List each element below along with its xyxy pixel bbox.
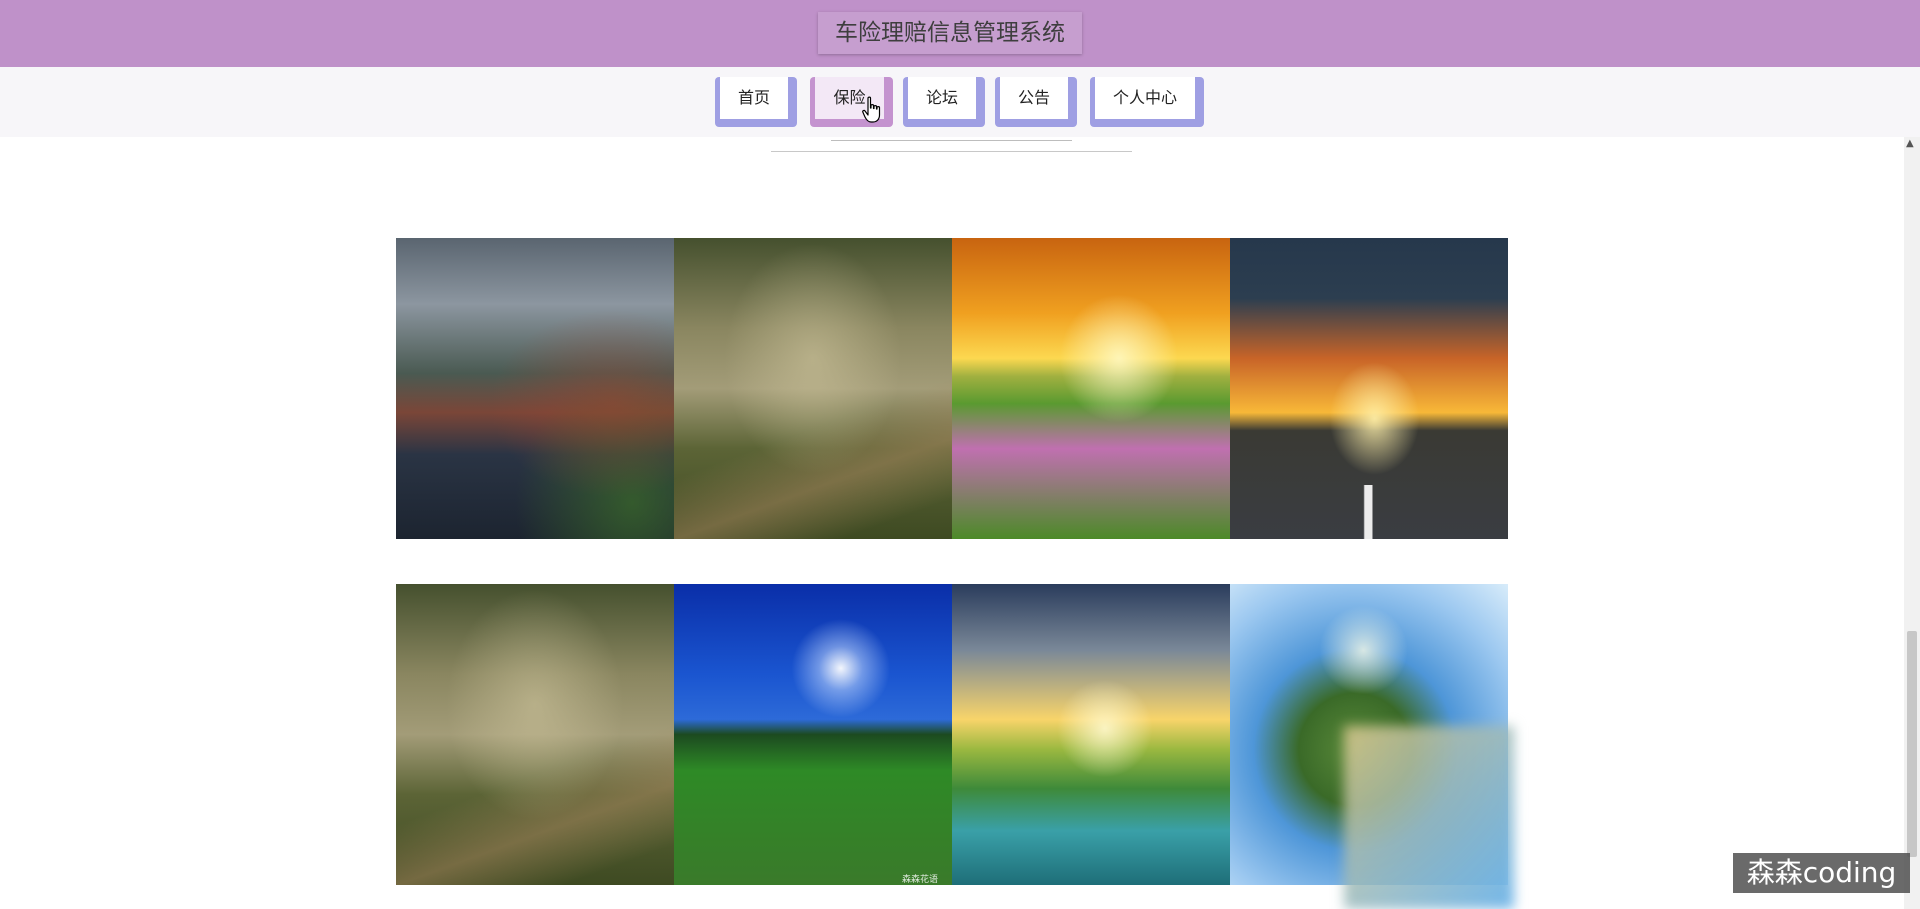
gallery-image-sunlit-lake-valley[interactable] [952, 584, 1230, 885]
gallery-image-misty-forest-path[interactable] [396, 584, 674, 885]
nav-item-label: 个人中心 [1095, 77, 1195, 119]
gallery-image-lakeside-village[interactable] [396, 238, 674, 539]
nav-item-label: 论坛 [908, 77, 976, 119]
nav-item-label: 公告 [1000, 77, 1068, 119]
watermark-badge: 森森coding [1733, 853, 1910, 893]
page-title: 车险理赔信息管理系统 [818, 12, 1082, 54]
scrollbar-thumb[interactable] [1907, 631, 1917, 857]
scroll-up-icon[interactable]: ▲ [1906, 139, 1914, 149]
nav-item-label: 首页 [720, 77, 788, 119]
gallery-image-sunset-road[interactable] [1230, 238, 1508, 539]
image-caption: 森森花语 [902, 875, 939, 885]
gallery-row [396, 238, 1508, 539]
gallery-image-sunset-flower-field[interactable] [952, 238, 1230, 539]
nav-item-profile[interactable]: 个人中心 [1090, 77, 1204, 127]
divider [771, 151, 1132, 152]
blurred-overlay [1344, 726, 1514, 909]
nav-item-home[interactable]: 首页 [715, 77, 797, 127]
gallery-image-moonlit-meadow[interactable]: 森森花语 [674, 584, 952, 885]
gallery-row: 森森花语 [396, 584, 1508, 885]
scrollbar[interactable]: ▲ [1904, 137, 1920, 909]
header-bar: 车险理赔信息管理系统 [0, 0, 1920, 67]
nav-item-notice[interactable]: 公告 [995, 77, 1077, 127]
gallery-image-misty-forest-path[interactable] [674, 238, 952, 539]
hand-cursor-icon [862, 96, 881, 123]
divider [831, 140, 1072, 141]
nav-item-forum[interactable]: 论坛 [903, 77, 985, 127]
